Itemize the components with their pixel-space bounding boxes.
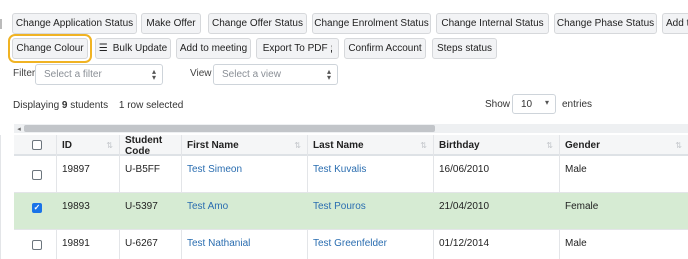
sort-arrows-icon: ⇅	[546, 141, 553, 150]
add-to-meeting-button[interactable]: Add to meeting	[176, 38, 251, 59]
cell-gender: Male	[565, 238, 587, 249]
row-checkbox-checked[interactable]: ✓	[32, 203, 42, 213]
toolbar-edge	[0, 19, 2, 29]
column-header-first-name-label: First Name	[187, 140, 239, 151]
displaying-prefix: Displaying	[13, 100, 60, 111]
view-select[interactable]: Select a view ▴ ▾	[213, 64, 338, 85]
view-label: View	[190, 68, 212, 79]
chevron-down-icon: ▾	[544, 98, 549, 107]
row-checkbox[interactable]	[32, 240, 42, 250]
column-header-id[interactable]: ID ⇅	[56, 135, 119, 156]
filter-label: Filter	[13, 68, 36, 79]
column-header-last-name[interactable]: Last Name ⇅	[307, 135, 433, 156]
cell-birthday: 01/12/2014	[439, 238, 490, 249]
select-all-checkbox[interactable]	[32, 140, 42, 150]
table-row[interactable]: 19897 U-B5FF Test Simeon Test Kuvalis 16…	[14, 158, 688, 193]
filter-placeholder: Select a filter	[44, 69, 102, 80]
cell-first-name-link[interactable]: Test Amo	[181, 201, 228, 212]
student-count: 9	[61, 100, 68, 111]
cell-gender: Male	[565, 164, 587, 175]
cell-last-name-link[interactable]: Test Kuvalis	[307, 164, 366, 175]
cell-last-name-link[interactable]: Test Pouros	[307, 201, 366, 212]
cell-student-code: U-B5FF	[125, 164, 160, 175]
cell-birthday: 21/04/2010	[439, 201, 490, 212]
change-colour-button[interactable]: Change Colour	[8, 34, 92, 63]
table-header: ID ⇅ Student Code First Name ⇅ Last Name ⇅ …	[14, 134, 688, 157]
table-row-selected[interactable]: ✓ 19893 U-5397 Test Amo Test Pouros 21/0…	[14, 193, 688, 230]
confirm-account-button[interactable]: Confirm Account	[344, 38, 426, 59]
scroll-left-icon[interactable]: ◂	[14, 124, 24, 133]
change-phase-status-button[interactable]: Change Phase Status	[554, 13, 657, 34]
entries-label: entries	[562, 99, 593, 110]
column-header-student-code[interactable]: Student Code	[119, 134, 181, 157]
sort-arrows-icon: ⇅	[675, 141, 682, 150]
sort-arrows-icon: ⇅	[294, 141, 301, 150]
column-header-gender[interactable]: Gender ⇅	[559, 135, 688, 156]
cell-first-name-link[interactable]: Test Nathanial	[181, 238, 250, 249]
change-application-status-button[interactable]: Change Application Status	[12, 13, 137, 34]
column-header-birthday[interactable]: Birthday ⇅	[433, 135, 559, 156]
cell-first-name-link[interactable]: Test Simeon	[181, 164, 242, 175]
export-pdf-label: Export To PDF	[262, 43, 328, 54]
cell-birthday: 16/06/2010	[439, 164, 490, 175]
export-to-pdf-button[interactable]: Export To PDF i	[256, 38, 339, 59]
sort-arrows-icon: ⇅	[420, 141, 427, 150]
entries-value: 10	[521, 98, 533, 110]
chevron-updown-icon: ▴ ▾	[326, 67, 331, 82]
table-left-border	[0, 135, 1, 259]
change-enrolment-status-button[interactable]: Change Enrolment Status	[312, 13, 431, 34]
row-checkbox[interactable]	[32, 170, 42, 180]
add-to-button[interactable]: Add t	[662, 13, 688, 34]
list-icon: ☰	[98, 43, 108, 54]
show-label: Show	[485, 99, 511, 110]
cell-id: 19891	[62, 238, 90, 249]
horizontal-scrollbar-thumb[interactable]	[24, 125, 435, 132]
change-offer-status-button[interactable]: Change Offer Status	[208, 13, 307, 34]
displaying-suffix: students	[70, 100, 109, 111]
chevron-updown-icon: ▴ ▾	[151, 67, 156, 82]
steps-status-button[interactable]: Steps status	[432, 38, 497, 59]
column-header-gender-label: Gender	[565, 140, 601, 151]
view-placeholder: Select a view	[222, 69, 281, 80]
column-header-student-code-label: Student Code	[125, 134, 163, 157]
make-offer-button[interactable]: Make Offer	[141, 13, 201, 34]
cell-id: 19893	[62, 201, 90, 212]
table-row[interactable]: 19891 U-6267 Test Nathanial Test Greenfe…	[14, 230, 688, 259]
sort-arrows-icon: ⇅	[106, 141, 113, 150]
cell-last-name-link[interactable]: Test Greenfelder	[307, 238, 387, 249]
column-header-first-name[interactable]: First Name ⇅	[181, 135, 307, 156]
bulk-update-button[interactable]: ☰ Bulk Update	[95, 38, 171, 59]
change-internal-status-button[interactable]: Change Internal Status	[436, 13, 549, 34]
column-header-id-label: ID	[62, 140, 72, 151]
rows-selected-text: 1 row selected	[118, 100, 184, 111]
column-header-last-name-label: Last Name	[313, 140, 364, 151]
column-header-birthday-label: Birthday	[439, 140, 480, 151]
entries-select[interactable]: 10 ▾	[512, 94, 556, 114]
cell-student-code: U-6267	[125, 238, 158, 249]
cell-id: 19897	[62, 164, 90, 175]
filter-select[interactable]: Select a filter ▴ ▾	[35, 64, 163, 85]
info-icon: i	[330, 44, 333, 53]
bulk-update-label: Bulk Update	[112, 43, 168, 54]
cell-gender: Female	[565, 201, 599, 212]
displaying-summary: Displaying 9 students 1 row selected	[13, 100, 183, 111]
cell-student-code: U-5397	[125, 201, 158, 212]
